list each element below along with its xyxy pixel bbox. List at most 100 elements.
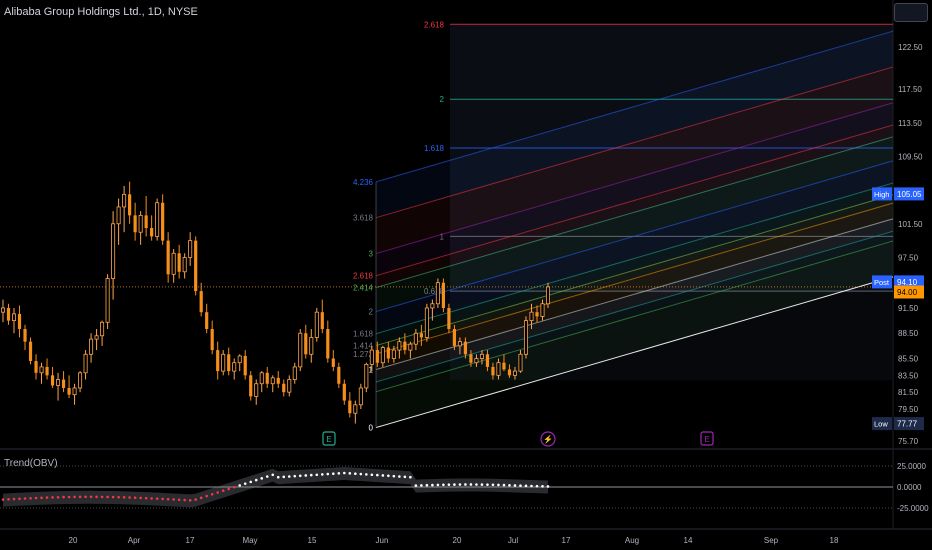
x-tick-label: Jun xyxy=(376,536,389,545)
obv-dot xyxy=(95,495,98,499)
candle-body xyxy=(17,313,22,330)
candle-body xyxy=(227,354,231,372)
candle-body xyxy=(144,215,148,229)
obv-dot xyxy=(194,498,197,501)
y-tick-label: 113.50 xyxy=(898,119,922,128)
obv-dot xyxy=(249,480,253,484)
candle-body xyxy=(309,337,314,355)
fib-channel-label: 1.618 xyxy=(353,330,374,339)
obv-dot xyxy=(475,483,478,486)
obv-dot xyxy=(508,483,511,487)
candle-body xyxy=(276,377,280,384)
candle-body xyxy=(386,347,390,359)
obv-dot xyxy=(315,473,319,477)
price-chart[interactable]: 2.61821.61810.618011.2721.4141.61822.414… xyxy=(0,0,932,550)
candle-body xyxy=(78,372,83,389)
obv-dot xyxy=(271,473,275,477)
candle-body xyxy=(441,282,446,308)
candle-body xyxy=(221,353,226,372)
y-tick-label: 117.50 xyxy=(898,85,922,94)
candle-body xyxy=(216,350,220,372)
obv-dot xyxy=(431,483,434,487)
obv-dot xyxy=(541,485,544,488)
obv-dot xyxy=(78,495,82,499)
candle-body xyxy=(243,355,247,376)
obv-dot xyxy=(243,482,247,485)
price-tag: 94.00 xyxy=(894,285,924,299)
candle-body xyxy=(369,349,374,365)
price-tag: Low 77.77 xyxy=(872,417,924,431)
price-tag-label: Post xyxy=(874,278,890,287)
event-marker-label: ⚡ xyxy=(543,434,553,444)
candle-body xyxy=(116,206,121,225)
candle-body xyxy=(166,240,170,275)
candle-body xyxy=(457,341,462,347)
obv-dot xyxy=(535,484,539,488)
fib-channel-label: 2.414 xyxy=(353,284,374,293)
obv-dot xyxy=(205,494,208,498)
x-tick-label: Apr xyxy=(128,536,141,545)
obv-dot xyxy=(414,484,418,487)
candle-body xyxy=(94,335,99,340)
x-tick-label: 20 xyxy=(69,536,78,545)
fib-channel-label: 3 xyxy=(369,250,374,259)
obv-dot xyxy=(425,483,429,487)
candle-body xyxy=(380,347,385,364)
candle-body xyxy=(314,311,319,338)
candle-body xyxy=(523,320,528,355)
candle-body xyxy=(419,333,423,338)
obv-dot xyxy=(23,497,27,500)
obv-dot xyxy=(387,474,390,478)
obv-dot xyxy=(464,483,467,486)
candle-body xyxy=(391,349,396,359)
obv-dot xyxy=(1,498,5,501)
candle-body xyxy=(331,358,335,367)
obv-dot xyxy=(12,497,16,501)
x-tick-label: 20 xyxy=(453,536,462,545)
obv-dot xyxy=(348,472,352,475)
candle-body xyxy=(485,354,490,367)
candle-body xyxy=(39,366,44,374)
candle-body xyxy=(237,355,242,364)
fib-channel-label: 1 xyxy=(369,366,374,375)
candle-body xyxy=(469,354,473,363)
obv-dot xyxy=(447,483,451,486)
obv-dot xyxy=(139,496,142,500)
osc-tick-label: -25.0000 xyxy=(897,504,929,513)
candle-body xyxy=(270,377,275,385)
obv-dot xyxy=(287,475,291,478)
candle-body xyxy=(100,321,105,337)
obv-dot xyxy=(89,495,93,499)
obv-dot xyxy=(546,485,550,488)
obv-dot xyxy=(442,483,445,487)
obv-dot xyxy=(398,475,401,478)
y-tick-label: 97.50 xyxy=(898,253,919,262)
candle-body xyxy=(358,387,363,406)
obv-dot xyxy=(150,497,153,500)
candle-body xyxy=(265,372,269,384)
fib-channel-label: 0 xyxy=(369,424,374,433)
obv-dot xyxy=(365,473,368,476)
obv-dot xyxy=(161,497,164,501)
obv-dot xyxy=(238,484,242,487)
obv-dot xyxy=(34,496,38,500)
candle-body xyxy=(34,361,38,373)
candle-body xyxy=(67,387,71,395)
candle-body xyxy=(128,194,132,216)
y-tick-label: 75.70 xyxy=(898,437,919,446)
oscillator-pane: 25.0000 0.0000 -25.0000 xyxy=(0,462,929,513)
candle-body xyxy=(413,332,418,345)
obv-dot xyxy=(177,498,181,502)
osc-tick-label: 25.0000 xyxy=(897,462,926,471)
obv-dot xyxy=(56,495,60,499)
obv-dot xyxy=(73,495,76,499)
candle-body xyxy=(496,362,501,376)
candle-body xyxy=(177,253,181,272)
candle-body xyxy=(512,370,517,376)
candle-body xyxy=(287,379,292,393)
obv-dot xyxy=(106,495,109,499)
obv-dot xyxy=(359,472,363,476)
obv-dot xyxy=(84,495,87,499)
time-axis: 20 Apr 17 May 15 Jun 20 Jul 17 Aug 14 Sep 18 xyxy=(69,536,839,545)
candle-body xyxy=(6,307,11,321)
